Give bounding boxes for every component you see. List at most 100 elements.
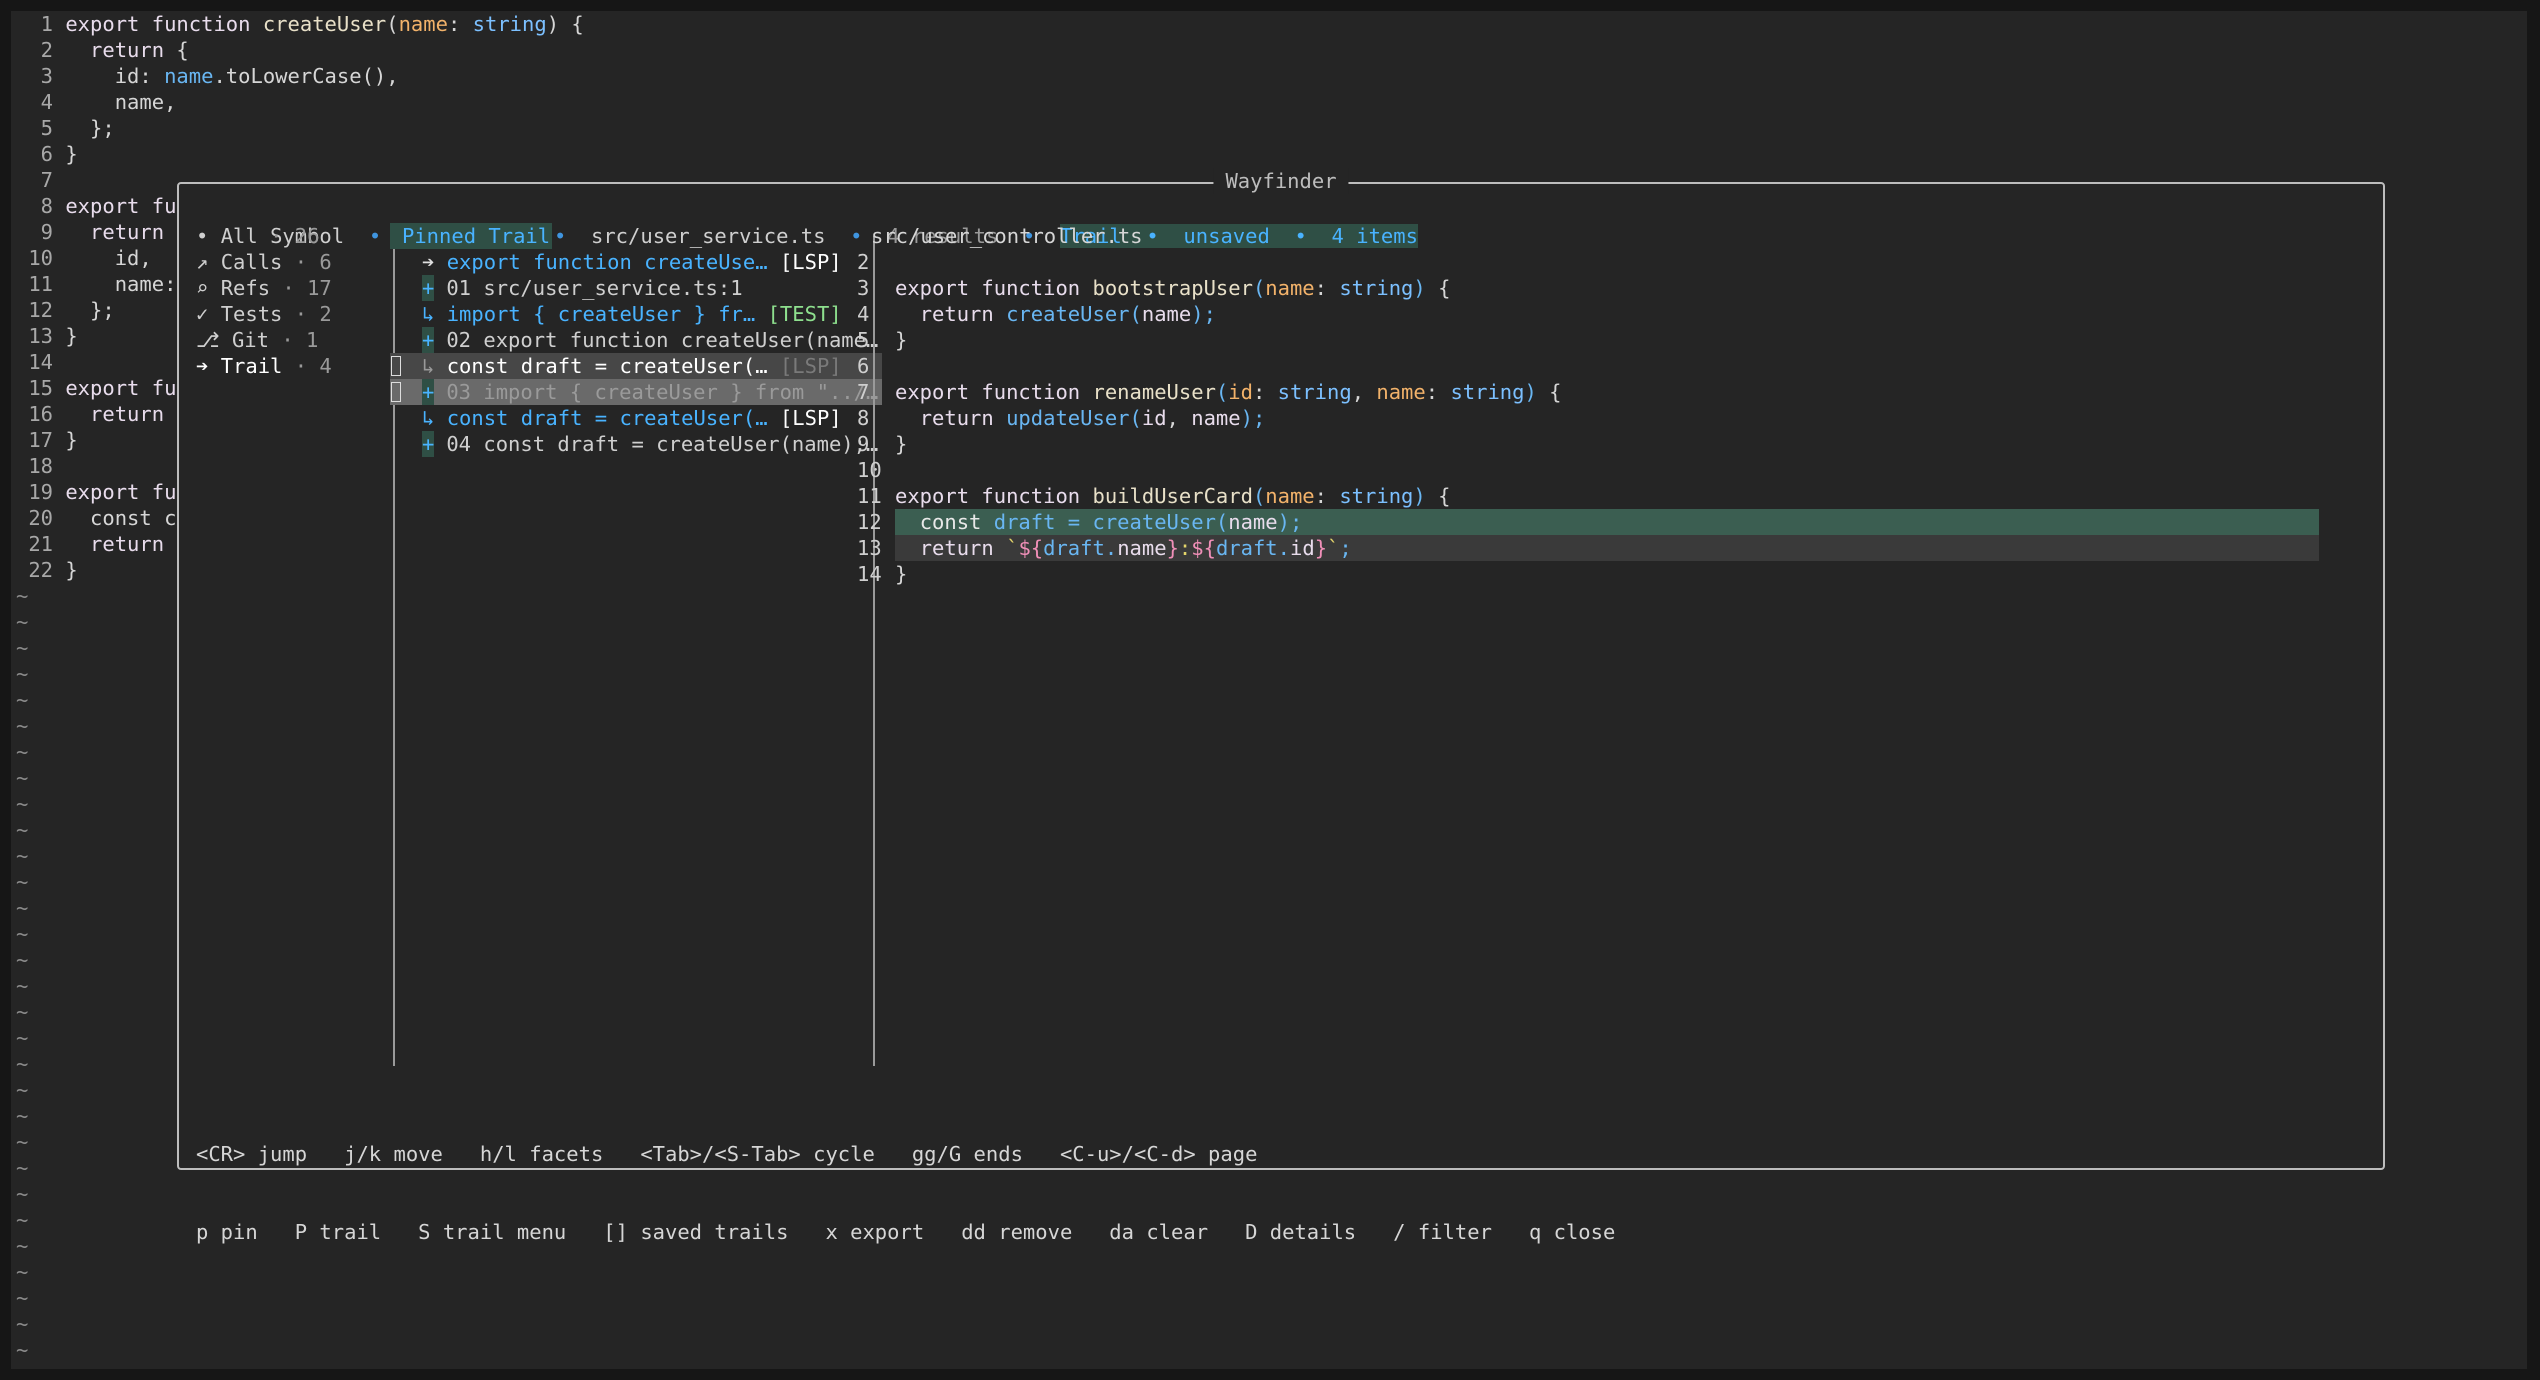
trail-row[interactable]: + 02 export function createUser(name… (390, 327, 882, 353)
line-number: 13 (857, 536, 882, 560)
line-number: 12 (28, 298, 53, 322)
facet-calls[interactable]: ↗ Calls · 6 (196, 249, 332, 275)
code-line[interactable]: 1 export function createUser(name: strin… (11, 11, 584, 37)
preview-line: 11 export function buildUserCard(name: st… (857, 483, 2367, 509)
source-badge: [LSP] (779, 354, 842, 378)
line-number: 4 (857, 302, 870, 326)
line-number: 5 (857, 328, 870, 352)
line-number: 3 (40, 64, 53, 88)
preview-line: 5} (857, 327, 2367, 353)
facet-git[interactable]: ⎇ Git · 1 (196, 327, 332, 353)
pinned-trail-list[interactable]: Pinned Trail ➔ export function createUse… (390, 223, 882, 457)
code-line[interactable]: 3 id: name.toLowerCase(), (11, 63, 399, 89)
code-line[interactable]: 21 return (11, 531, 164, 557)
plus-icon: + (422, 275, 435, 301)
arrow-right-icon: ➔ (422, 250, 435, 274)
empty-line-marker: ~ (16, 1078, 29, 1102)
line-number: 12 (857, 510, 882, 534)
code-line[interactable]: 14 (11, 349, 65, 375)
facet-tests[interactable]: ✓ Tests · 2 (196, 301, 332, 327)
empty-line-marker: ~ (16, 1338, 29, 1362)
empty-line-marker: ~ (16, 870, 29, 894)
code-text: return (90, 220, 165, 244)
facet-icon: ↗ (196, 250, 209, 274)
facet-refs[interactable]: ⌕ Refs · 17 (196, 275, 332, 301)
facet-all[interactable]: • All · 26 (196, 223, 332, 249)
facet-count: · 1 (269, 328, 319, 352)
code-text: export fu (65, 194, 177, 218)
wayfinder-title: Wayfinder (1213, 168, 1349, 194)
return-arrow-icon: ↳ (422, 406, 435, 430)
wayfinder-popup[interactable]: Wayfinder Symbol • createUser • src/user… (177, 168, 2385, 1244)
trail-row[interactable]: ↳ const draft = createUser(… [LSP] (390, 353, 882, 379)
empty-line-marker: ~ (16, 818, 29, 842)
code-text: export function renameUser(id: string, n… (895, 380, 1562, 404)
trail-row[interactable]: + 03 import { createUser } from "../… (390, 379, 882, 405)
keymap-help-line: p pin P trail S trail menu [] saved trai… (196, 1220, 1616, 1244)
trail-row[interactable]: + 01 src/user_service.ts:1 (390, 275, 882, 301)
preview-line: 4 return createUser(name); (857, 301, 2367, 327)
code-line[interactable]: 17 } (11, 427, 77, 453)
preview-line: 9} (857, 431, 2367, 457)
code-text: export function buildUserCard(name: stri… (895, 484, 1451, 508)
code-line[interactable]: 6 } (11, 141, 78, 167)
code-text: } (65, 558, 78, 582)
line-number: 14 (857, 562, 882, 586)
preview-line: 2 (857, 249, 2367, 275)
line-number: 13 (28, 324, 53, 348)
trail-row[interactable]: ↳ const draft = createUser(… [LSP] (390, 405, 882, 431)
preview-line: 6 (857, 353, 2367, 379)
code-line[interactable]: 22 } (11, 557, 78, 583)
code-line[interactable]: 7 (11, 167, 65, 193)
facet-trail[interactable]: ➔ Trail · 4 (196, 353, 332, 379)
code-text: } (895, 432, 908, 456)
return-arrow-icon: ↳ (422, 302, 435, 326)
facet-icon: ✓ (196, 302, 209, 326)
preview-line: 8 return updateUser(id, name); (857, 405, 2367, 431)
code-line[interactable]: 16 return (11, 401, 164, 427)
line-number: 20 (28, 506, 53, 530)
line-number: 11 (857, 484, 882, 508)
line-number: 9 (40, 220, 53, 244)
facet-count: · 2 (282, 302, 332, 326)
code-text: export fu (65, 376, 177, 400)
preview-line: 3 export function bootstrapUser(name: str… (857, 275, 2367, 301)
facet-list[interactable]: • All · 26 ↗ Calls · 6 ⌕ Refs · 17 ✓ Tests … (196, 223, 332, 379)
preview-filename: src/user_controller.ts (871, 224, 1143, 248)
code-text: return (90, 532, 165, 556)
trail-row[interactable]: ➔ export function createUse… [LSP] (390, 249, 882, 275)
code-line[interactable]: 18 (11, 453, 65, 479)
facet-count: · 6 (282, 250, 332, 274)
code-line[interactable]: 10 id, (11, 245, 151, 271)
keymap-help: <CR> jump j/k move h/l facets <Tab>/<S-T… (196, 1089, 1615, 1297)
trail-row-text: 03 import { createUser } from "../… (446, 380, 879, 404)
trail-row-text: 01 src/user_service.ts:1 (446, 276, 743, 300)
code-line[interactable]: 19 export fu (11, 479, 176, 505)
source-badge: [TEST] (767, 302, 842, 326)
code-line[interactable]: 15 export fu (11, 375, 176, 401)
code-line[interactable]: 4 name, (11, 89, 177, 115)
empty-line-marker: ~ (16, 1312, 29, 1336)
trail-row[interactable]: ↳ import { createUser } fr… [TEST] (390, 301, 882, 327)
code-line[interactable]: 2 return { (11, 37, 189, 63)
code-line[interactable]: 12 }; (11, 297, 114, 323)
trail-row[interactable]: + 04 const draft = createUser(name);… (390, 431, 882, 457)
preview-line: 14} (857, 561, 2367, 587)
editor-screen[interactable]: 1 export function createUser(name: strin… (11, 11, 2527, 1369)
line-number: 8 (857, 406, 870, 430)
code-line[interactable]: 8 export fu (11, 193, 177, 219)
source-badge: [LSP] (779, 250, 842, 274)
code-text: } (65, 142, 78, 166)
code-line[interactable]: 13 } (11, 323, 77, 349)
empty-line-marker: ~ (16, 714, 29, 738)
selection-cursor (391, 356, 401, 376)
line-number: 10 (28, 246, 53, 270)
code-line[interactable]: 9 return (11, 219, 164, 245)
empty-line-marker: ~ (16, 1363, 28, 1369)
code-line[interactable]: 5 }; (11, 115, 115, 141)
trail-heading: Pinned Trail (390, 223, 553, 249)
line-number: 9 (857, 432, 870, 456)
code-line[interactable]: 11 name: (11, 271, 176, 297)
code-line[interactable]: 20 const c (11, 505, 176, 531)
line-number: 1 (40, 12, 53, 36)
